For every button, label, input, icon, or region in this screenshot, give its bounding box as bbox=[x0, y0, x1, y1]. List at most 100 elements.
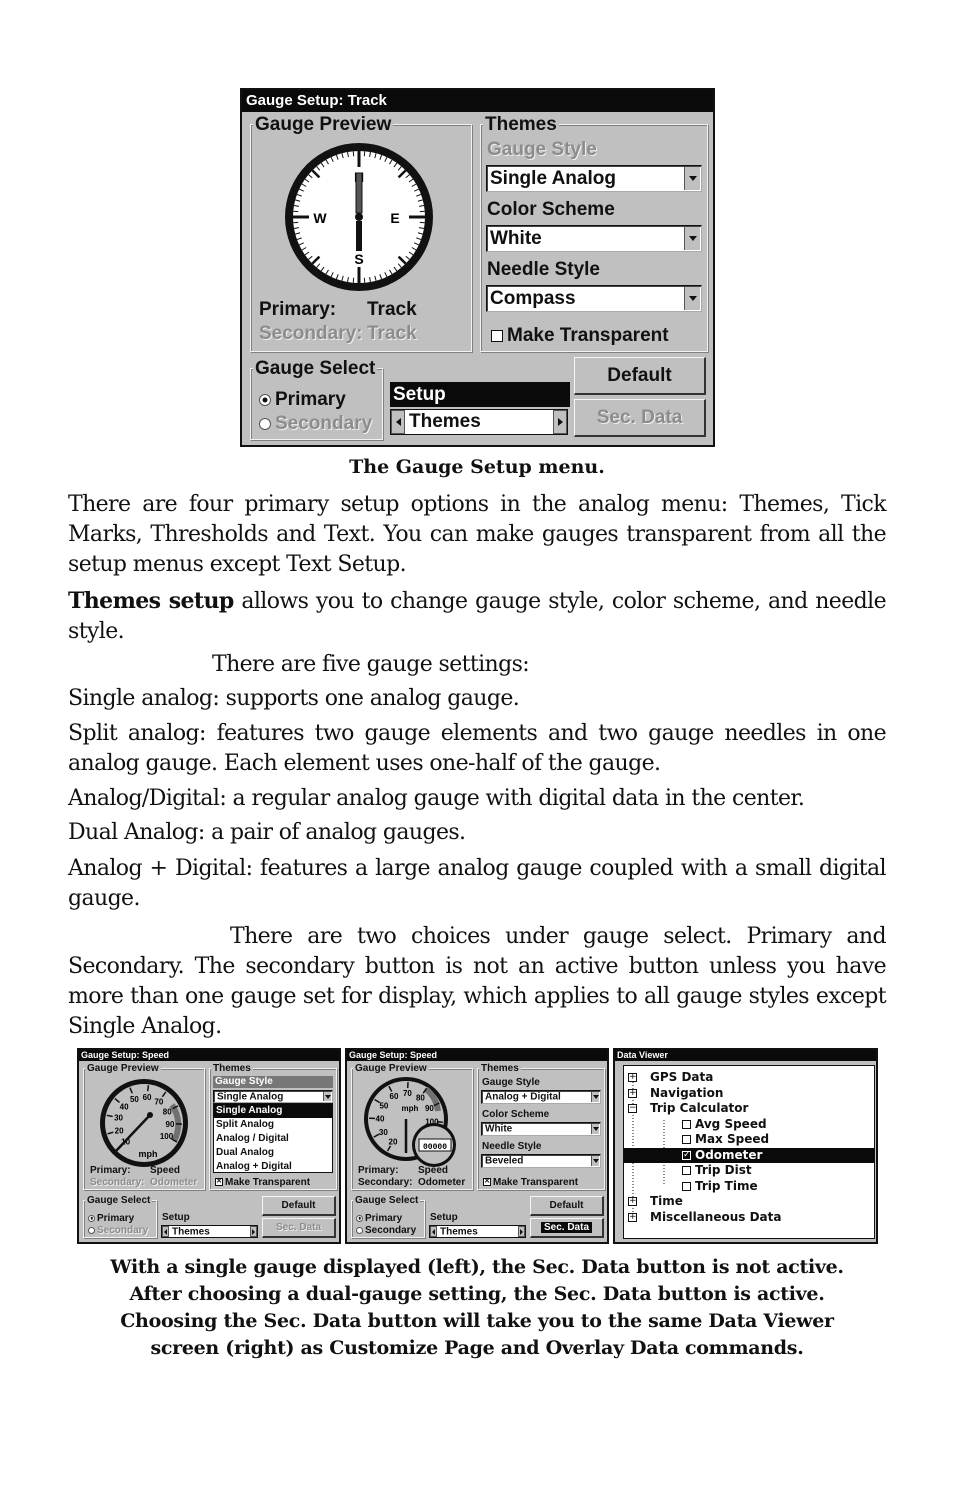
tree-leaf-item[interactable]: Trip Time bbox=[624, 1179, 874, 1194]
radio-unselected-icon[interactable] bbox=[356, 1226, 363, 1234]
radio-primary[interactable]: Primary bbox=[88, 1213, 134, 1224]
primary-value: Track bbox=[367, 299, 417, 320]
default-button[interactable]: Default bbox=[574, 357, 706, 395]
chevron-down-icon[interactable] bbox=[591, 1124, 599, 1134]
chevron-down-icon[interactable] bbox=[323, 1092, 331, 1101]
tree-item-label: Trip Dist bbox=[695, 1163, 752, 1177]
gauge-style-option[interactable]: Analog + Digital bbox=[214, 1160, 332, 1174]
make-transparent-checkbox[interactable]: ✕ Make Transparent bbox=[483, 1177, 578, 1188]
gauge-style-option[interactable]: Single Analog bbox=[214, 1104, 332, 1118]
radio-primary-label: Primary bbox=[275, 389, 346, 410]
gauge-style-dropdown[interactable]: Single Analog bbox=[213, 1090, 333, 1103]
chevron-down-icon[interactable] bbox=[591, 1092, 599, 1102]
themes-group: Themes Gauge Style Analog + Digital Colo… bbox=[477, 1064, 605, 1190]
themes-group: Themes Gauge Style Single Analog Single … bbox=[209, 1064, 337, 1190]
make-transparent-checkbox[interactable]: ✕ Make Transparent bbox=[215, 1177, 310, 1188]
gauge-style-option[interactable]: Analog / Digital bbox=[214, 1132, 332, 1146]
tree-leaf-item[interactable]: ✓ Odometer bbox=[624, 1147, 874, 1163]
chevron-down-icon[interactable] bbox=[684, 227, 700, 250]
setup-spinner[interactable]: Themes bbox=[429, 1225, 526, 1238]
arrow-left-icon[interactable] bbox=[430, 1226, 437, 1237]
expand-icon[interactable]: + bbox=[628, 1197, 637, 1206]
setup-value: Themes bbox=[409, 411, 481, 432]
chevron-down-icon[interactable] bbox=[684, 167, 700, 190]
radio-unselected-icon[interactable] bbox=[88, 1226, 95, 1234]
compass-label-w: W bbox=[313, 210, 327, 226]
speedometer-tick-label: 90 bbox=[166, 1120, 175, 1129]
radio-secondary[interactable]: Secondary bbox=[259, 413, 372, 435]
make-transparent-label: Make Transparent bbox=[507, 325, 669, 346]
make-transparent-checkbox[interactable]: Make Transparent bbox=[491, 325, 669, 347]
analog-digital-gauge: 2030405060 70 8090100 mph 00000 bbox=[364, 1077, 456, 1167]
color-scheme-dropdown[interactable]: White bbox=[486, 225, 702, 252]
gauge-style-dropdown[interactable]: Single Analog bbox=[486, 165, 702, 192]
speedometer-gauge: 102030405060708090100 mph bbox=[100, 1079, 188, 1167]
tree-leaf-item[interactable]: Max Speed bbox=[624, 1132, 874, 1147]
default-button[interactable]: Default bbox=[530, 1196, 604, 1216]
radio-primary[interactable]: Primary bbox=[259, 389, 346, 411]
speedometer-tick-label: 80 bbox=[163, 1107, 172, 1116]
arrow-left-icon[interactable] bbox=[162, 1226, 169, 1237]
themes-legend: Themes bbox=[483, 114, 559, 135]
chevron-down-icon[interactable] bbox=[684, 287, 700, 310]
collapse-icon[interactable]: − bbox=[628, 1104, 637, 1113]
radio-unselected-icon[interactable] bbox=[259, 417, 271, 430]
default-button[interactable]: Default bbox=[262, 1196, 336, 1216]
tree-branch-item[interactable]: − Trip Calculator bbox=[624, 1101, 874, 1116]
checkbox-icon[interactable] bbox=[682, 1181, 691, 1191]
arrow-right-icon[interactable] bbox=[553, 410, 567, 434]
speedometer-tick-label: 30 bbox=[114, 1114, 123, 1123]
checkbox-icon[interactable] bbox=[682, 1166, 691, 1175]
arrow-right-icon[interactable] bbox=[518, 1226, 525, 1237]
checkbox-icon[interactable] bbox=[682, 1119, 691, 1129]
speedometer-tick-label: 40 bbox=[120, 1102, 129, 1111]
gauge-select-legend: Gauge Select bbox=[253, 358, 378, 379]
primary-label: Primary: bbox=[90, 1165, 131, 1176]
paragraph-split-analog: Split analog: features two gauge element… bbox=[68, 721, 887, 776]
tree-branch-item[interactable]: + Time bbox=[624, 1194, 874, 1209]
tree-branch-item[interactable]: + Miscellaneous Data bbox=[624, 1210, 874, 1225]
checkbox-icon[interactable] bbox=[491, 329, 503, 342]
needle-style-label: Needle Style bbox=[487, 259, 600, 280]
gauge-style-dropdown[interactable]: Analog + Digital bbox=[481, 1090, 601, 1104]
chevron-down-icon[interactable] bbox=[591, 1156, 599, 1166]
setup-spinner[interactable]: Themes bbox=[161, 1225, 258, 1238]
arrow-left-icon[interactable] bbox=[391, 410, 405, 434]
checkbox-checked-icon[interactable]: ✕ bbox=[483, 1178, 491, 1187]
speedometer-tick-label: 60 bbox=[390, 1092, 399, 1101]
needle-style-dropdown[interactable]: Compass bbox=[486, 285, 702, 312]
gauge-select-group: Gauge Select Primary Secondary bbox=[250, 359, 383, 440]
radio-selected-icon[interactable] bbox=[356, 1214, 363, 1222]
sec-data-button[interactable]: Sec. Data bbox=[574, 399, 706, 437]
gauge-style-label: Gauge Style bbox=[487, 139, 597, 160]
color-scheme-dropdown[interactable]: White bbox=[481, 1122, 601, 1136]
setup-spinner[interactable]: Themes bbox=[390, 409, 568, 435]
primary-label: Primary: bbox=[259, 299, 337, 320]
expand-icon[interactable]: + bbox=[628, 1088, 637, 1098]
tree-branch-item[interactable]: + GPS Data bbox=[624, 1070, 874, 1085]
sec-data-button[interactable]: Sec. Data bbox=[530, 1218, 604, 1238]
tree-item-label: Time bbox=[650, 1194, 683, 1208]
needle-style-dropdown[interactable]: Beveled bbox=[481, 1154, 601, 1168]
checkbox-icon[interactable] bbox=[682, 1135, 691, 1144]
radio-primary[interactable]: Primary bbox=[356, 1213, 402, 1224]
tree-branch-item[interactable]: + Navigation bbox=[624, 1086, 874, 1101]
radio-selected-icon[interactable] bbox=[259, 393, 271, 406]
radio-secondary[interactable]: Secondary bbox=[356, 1225, 416, 1236]
checkbox-checked-icon[interactable]: ✕ bbox=[215, 1178, 223, 1187]
checkbox-checked-icon[interactable]: ✓ bbox=[682, 1150, 691, 1160]
tree-leaf-item[interactable]: Avg Speed bbox=[624, 1117, 874, 1132]
tree-leaf-item[interactable]: Trip Dist bbox=[624, 1163, 874, 1178]
gauge-style-option[interactable]: Split Analog bbox=[214, 1118, 332, 1132]
primary-value: Speed bbox=[418, 1165, 449, 1176]
arrow-right-icon[interactable] bbox=[250, 1226, 257, 1237]
expand-icon[interactable]: + bbox=[628, 1212, 637, 1222]
tree-item-label: Trip Calculator bbox=[650, 1101, 749, 1115]
sec-data-button[interactable]: Sec. Data bbox=[262, 1218, 336, 1238]
gauge-style-option[interactable]: Dual Analog bbox=[214, 1146, 332, 1160]
speedometer-tick-label: 70 bbox=[154, 1098, 163, 1107]
radio-selected-icon[interactable] bbox=[88, 1214, 95, 1222]
caption-line: Choosing the Sec. Data button will take … bbox=[120, 1310, 834, 1332]
radio-secondary[interactable]: Secondary bbox=[88, 1225, 148, 1236]
expand-icon[interactable]: + bbox=[628, 1073, 637, 1082]
